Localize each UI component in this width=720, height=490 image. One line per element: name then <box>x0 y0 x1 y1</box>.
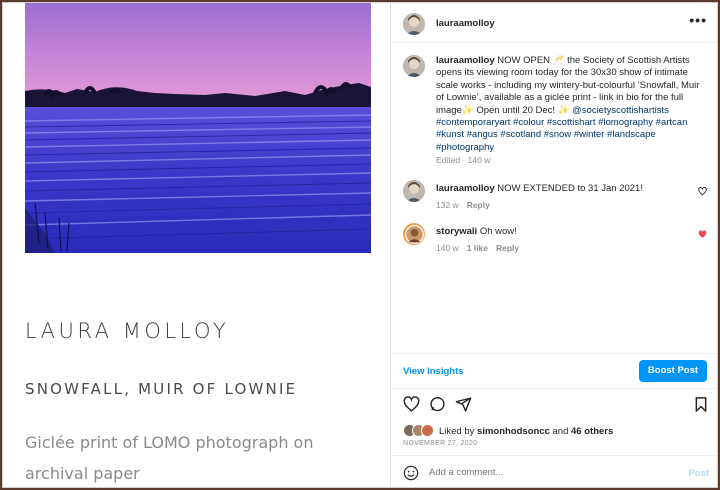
comment-likes[interactable]: 1 like <box>467 243 488 253</box>
header-username[interactable]: lauraamolloy <box>436 18 495 29</box>
comments-panel: lauraamolloy ••• lauraamolloy NOW OPEN 🥂… <box>391 3 717 487</box>
avatar-image <box>403 55 425 77</box>
bookmark-icon[interactable] <box>693 396 709 418</box>
post-comment-button[interactable]: Post <box>688 468 709 479</box>
avatar[interactable] <box>403 180 425 202</box>
post-photo[interactable] <box>25 3 371 253</box>
heart-filled-icon[interactable] <box>698 230 707 239</box>
comment-meta: 140 w 1 like Reply <box>436 243 519 253</box>
snowfield-image <box>25 3 371 253</box>
likes-count[interactable]: 46 others <box>571 426 613 437</box>
comment-input[interactable] <box>429 467 669 478</box>
comment-time: 140 w <box>436 243 459 253</box>
reply-link[interactable]: Reply <box>467 200 490 210</box>
comment-body: NOW EXTENDED to 31 Jan 2021! <box>497 183 643 194</box>
comment-text: storywali Oh wow! <box>436 226 706 238</box>
liker-avatars <box>403 424 437 438</box>
heart-icon[interactable] <box>403 396 420 418</box>
insights-bar: View Insights Boost Post <box>391 353 717 389</box>
view-insights-link[interactable]: View Insights <box>403 366 464 377</box>
likes-text: Liked by simonhodsoncc and 46 others <box>439 426 613 437</box>
comment-bar: Post <box>391 455 717 487</box>
share-icon[interactable] <box>455 396 472 418</box>
reply-link[interactable]: Reply <box>496 243 519 253</box>
caption-text: lauraamolloy NOW OPEN 🥂 the Society of S… <box>436 55 706 154</box>
action-icons <box>391 396 717 418</box>
caption-mention[interactable]: @societyscottishartists <box>572 105 669 116</box>
avatar <box>421 424 434 437</box>
comment-time: 132 w <box>436 200 459 210</box>
post-media: LAURA MOLLOY SNOWFALL, MUIR OF LOWNIE Gi… <box>3 3 391 487</box>
caption-hashtags[interactable]: #contemporaryart #colour #scottishart #l… <box>436 117 687 153</box>
liker-username[interactable]: simonhodsoncc <box>477 426 550 437</box>
boost-post-button[interactable]: Boost Post <box>639 360 707 382</box>
likes-and-label: and <box>552 426 569 437</box>
liked-by-label: Liked by <box>439 426 475 437</box>
avatar[interactable] <box>403 55 425 77</box>
comment-text: lauraamolloy NOW EXTENDED to 31 Jan 2021… <box>436 183 706 195</box>
artist-name: LAURA MOLLOY <box>25 319 230 343</box>
post-header: lauraamolloy ••• <box>391 3 717 43</box>
comment-meta: 132 w Reply <box>436 200 490 210</box>
avatar-image <box>403 13 425 35</box>
caption-username[interactable]: lauraamolloy <box>436 55 495 66</box>
avatar[interactable] <box>403 13 425 35</box>
heart-outline-icon[interactable] <box>698 187 707 196</box>
more-horizontal-icon[interactable]: ••• <box>689 12 707 28</box>
artwork-title: SNOWFALL, MUIR OF LOWNIE <box>25 380 298 398</box>
artwork-medium: Giclée print of LOMO photograph on archi… <box>25 433 314 483</box>
comment-username[interactable]: storywali <box>436 226 477 237</box>
caption-meta: Edited · 140 w <box>436 155 491 165</box>
story-avatar[interactable] <box>403 223 425 245</box>
comment-icon[interactable] <box>429 396 446 418</box>
avatar-image <box>404 224 424 244</box>
comment-body: Oh wow! <box>479 226 517 237</box>
avatar-image <box>403 180 425 202</box>
emoji-icon[interactable] <box>403 465 419 486</box>
post-date[interactable]: NOVEMBER 27, 2020 <box>403 440 477 447</box>
instagram-post-window: LAURA MOLLOY SNOWFALL, MUIR OF LOWNIE Gi… <box>2 2 718 488</box>
comment-username[interactable]: lauraamolloy <box>436 183 495 194</box>
likes-summary: Liked by simonhodsoncc and 46 others <box>403 424 713 438</box>
